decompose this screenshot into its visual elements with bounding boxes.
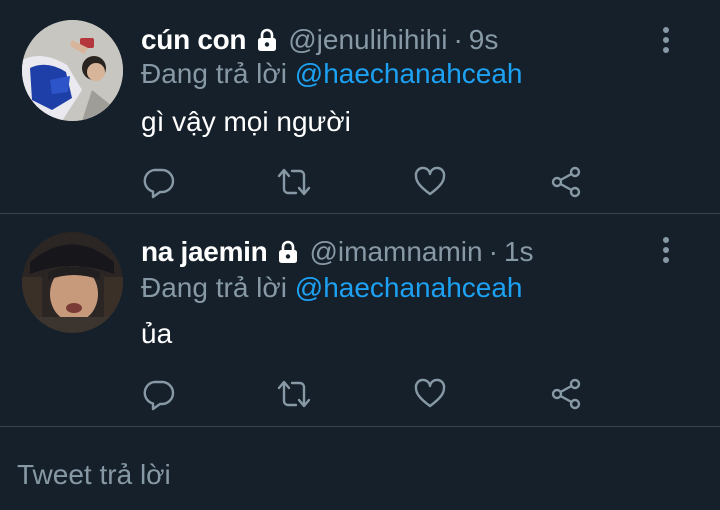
user-handle[interactable]: @imamnamin	[309, 236, 482, 268]
retweet-button[interactable]	[276, 164, 312, 200]
retweet-icon	[277, 168, 311, 196]
like-button[interactable]	[412, 376, 448, 412]
reply-prefix: Đang trả lời	[141, 58, 287, 89]
timestamp[interactable]: 9s	[469, 24, 499, 56]
separator: ·	[488, 236, 498, 267]
retweet-icon	[277, 380, 311, 408]
replying-to: Đang trả lời @haechanahceah	[141, 58, 522, 90]
tweet-text: ủa	[141, 318, 173, 349]
reply-mention-link[interactable]: @haechanahceah	[295, 272, 523, 303]
tweet-actions	[0, 164, 720, 200]
retweet-button[interactable]	[276, 376, 312, 412]
share-icon	[551, 166, 581, 198]
share-icon	[551, 378, 581, 410]
lock-icon	[254, 27, 280, 53]
avatar[interactable]	[22, 232, 123, 333]
more-options-button[interactable]	[656, 236, 676, 264]
tweet-text: gì vậy mọi người	[141, 106, 351, 137]
display-name[interactable]: cún con	[141, 24, 247, 56]
more-options-button[interactable]	[656, 26, 676, 54]
reply-icon	[143, 380, 175, 411]
reply-icon	[143, 168, 175, 199]
more-vertical-icon	[663, 27, 669, 53]
lock-icon	[275, 239, 301, 265]
like-button[interactable]	[412, 164, 448, 200]
tweet-header: cún con @jenulihihihi · 9s	[141, 24, 498, 56]
heart-icon	[414, 378, 446, 408]
share-button[interactable]	[548, 376, 584, 412]
more-vertical-icon	[663, 237, 669, 263]
tweet-actions	[0, 376, 720, 412]
reply-button[interactable]	[140, 164, 176, 200]
heart-icon	[414, 166, 446, 196]
reply-prefix: Đang trả lời	[141, 272, 287, 303]
user-handle[interactable]: @jenulihihihi	[288, 24, 447, 56]
tweet[interactable]: na jaemin @imamnamin · 1s Đang trả lời @…	[0, 214, 720, 427]
tweet-header: na jaemin @imamnamin · 1s	[141, 236, 534, 268]
separator: ·	[453, 24, 463, 55]
display-name[interactable]: na jaemin	[141, 236, 268, 268]
reply-input[interactable]	[17, 457, 677, 493]
share-button[interactable]	[548, 164, 584, 200]
replying-to: Đang trả lời @haechanahceah	[141, 272, 522, 304]
reply-mention-link[interactable]: @haechanahceah	[295, 58, 523, 89]
reply-composer	[0, 427, 720, 510]
timestamp[interactable]: 1s	[504, 236, 534, 268]
reply-button[interactable]	[140, 376, 176, 412]
avatar[interactable]	[22, 20, 123, 121]
tweet[interactable]: cún con @jenulihihihi · 9s Đang trả lời …	[0, 0, 720, 214]
